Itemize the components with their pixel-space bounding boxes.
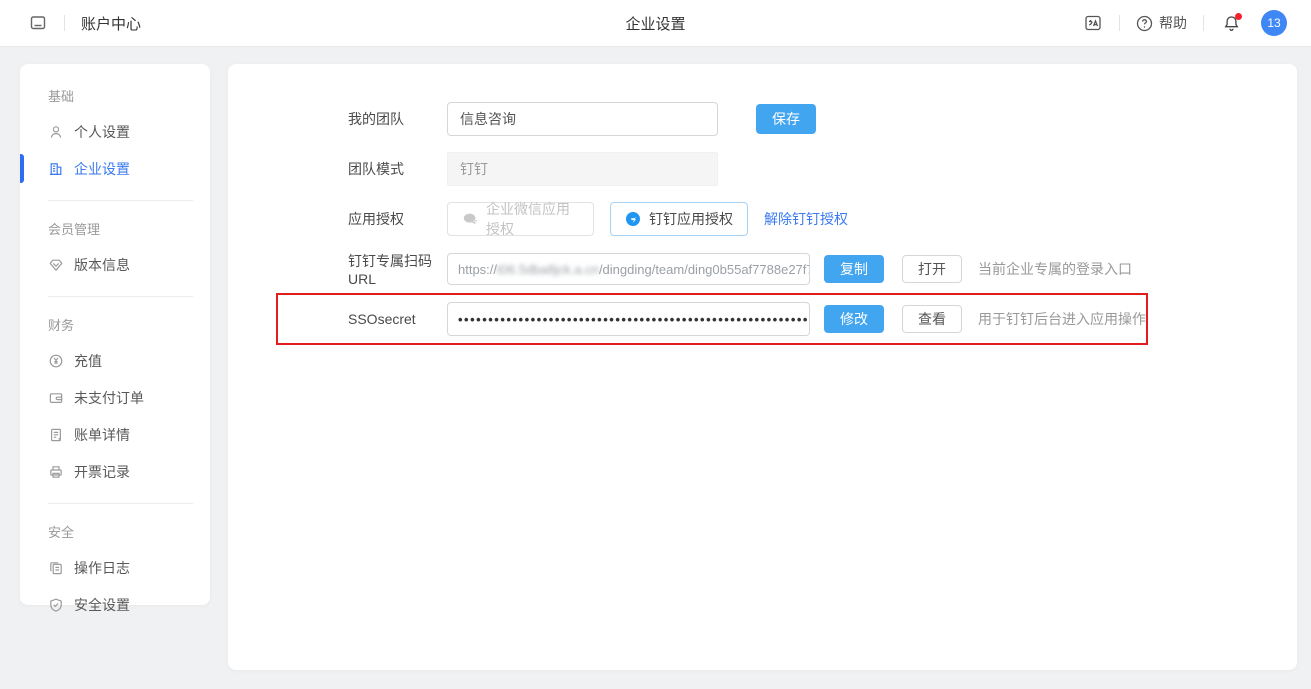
avatar[interactable]: 13 (1261, 10, 1287, 36)
topbar: 账户中心 企业设置 帮助 13 (0, 0, 1311, 47)
dingtalk-auth-button[interactable]: 钉钉应用授权 (610, 202, 748, 236)
sso-secret-masked-value[interactable]: ••••••••••••••••••••••••••••••••••••••••… (447, 302, 810, 336)
monitor-icon[interactable] (28, 13, 48, 33)
url-prefix: https:// (458, 262, 497, 277)
sidebar-item-invoice-records[interactable]: 开票记录 (20, 453, 210, 490)
sidebar-item-label: 安全设置 (74, 595, 130, 615)
team-name-input[interactable] (447, 102, 718, 136)
scan-url-value[interactable]: https://t06.5dba8jck.a.cn/dingding/team/… (447, 253, 810, 285)
gem-icon (48, 257, 64, 273)
sidebar-item-security-settings[interactable]: 安全设置 (20, 586, 210, 623)
bill-document-icon (48, 427, 64, 443)
sso-secret-row: SSOsecret ••••••••••••••••••••••••••••••… (348, 302, 1297, 336)
wallet-icon (48, 390, 64, 406)
wechat-work-icon (462, 211, 478, 227)
team-mode-value: 钉钉 (447, 152, 718, 186)
operation-logs-icon (48, 560, 64, 576)
shield-check-icon (48, 597, 64, 613)
notification-badge-dot (1235, 13, 1242, 20)
sidebar-section-membership: 会员管理 (48, 219, 210, 238)
copy-url-button[interactable]: 复制 (824, 255, 884, 283)
scan-url-label: 钉钉专属扫码URL (348, 251, 447, 287)
language-icon[interactable] (1083, 13, 1103, 33)
building-icon (48, 161, 64, 177)
team-mode-row: 团队模式 钉钉 (348, 152, 1297, 186)
invoice-printer-icon (48, 464, 64, 480)
sidebar-item-recharge[interactable]: 充值 (20, 342, 210, 379)
sidebar-item-enterprise-settings[interactable]: 企业设置 (20, 150, 210, 187)
team-name-label: 我的团队 (348, 109, 447, 129)
enterprise-settings-panel: 我的团队 保存 团队模式 钉钉 应用授权 企业微信应用授权 (228, 64, 1297, 670)
team-name-row: 我的团队 保存 (348, 102, 1297, 136)
sidebar-section-basic: 基础 (48, 86, 210, 105)
open-url-button[interactable]: 打开 (902, 255, 962, 283)
sidebar-item-label: 操作日志 (74, 558, 130, 578)
dingtalk-auth-label: 钉钉应用授权 (649, 209, 733, 229)
help-circle-icon (1136, 15, 1153, 32)
sidebar: 基础 个人设置 企业设置 会员管理 (20, 64, 210, 605)
sidebar-item-personal-settings[interactable]: 个人设置 (20, 113, 210, 150)
help-button[interactable]: 帮助 (1136, 13, 1187, 33)
wechat-work-auth-button: 企业微信应用授权 (447, 202, 594, 236)
scan-url-hint: 当前企业专属的登录入口 (978, 259, 1132, 279)
sidebar-item-label: 充值 (74, 351, 102, 371)
help-label: 帮助 (1159, 13, 1187, 33)
app-title: 账户中心 (81, 13, 141, 34)
wechat-work-auth-label: 企业微信应用授权 (486, 199, 579, 239)
view-secret-button[interactable]: 查看 (902, 305, 962, 333)
sidebar-item-bill-details[interactable]: 账单详情 (20, 416, 210, 453)
topbar-divider (64, 15, 65, 31)
scan-url-row: 钉钉专属扫码URL https://t06.5dba8jck.a.cn/ding… (348, 252, 1297, 286)
sso-secret-label: SSOsecret (348, 311, 447, 327)
sidebar-item-label: 企业设置 (74, 159, 130, 179)
sidebar-item-label: 个人设置 (74, 122, 130, 142)
person-icon (48, 124, 64, 140)
app-auth-label: 应用授权 (348, 209, 447, 229)
team-mode-label: 团队模式 (348, 159, 447, 179)
sidebar-item-label: 版本信息 (74, 255, 130, 275)
unbind-dingtalk-link[interactable]: 解除钉钉授权 (764, 209, 848, 229)
save-button[interactable]: 保存 (756, 104, 816, 134)
sidebar-item-operation-logs[interactable]: 操作日志 (20, 549, 210, 586)
url-suffix: /dingding/team/ding0b55af7788e27f754ac5.… (599, 262, 810, 277)
sidebar-divider (48, 200, 193, 201)
bell-icon[interactable] (1222, 14, 1241, 33)
app-auth-row: 应用授权 企业微信应用授权 钉钉应用 (348, 202, 1297, 236)
sidebar-divider (48, 296, 193, 297)
sidebar-divider (48, 503, 193, 504)
dingtalk-icon (625, 211, 641, 227)
sidebar-item-unpaid-orders[interactable]: 未支付订单 (20, 379, 210, 416)
sidebar-section-finance: 财务 (48, 315, 210, 334)
recharge-yuan-icon (48, 353, 64, 369)
sidebar-item-version-info[interactable]: 版本信息 (20, 246, 210, 283)
modify-secret-button[interactable]: 修改 (824, 305, 884, 333)
topbar-divider (1203, 15, 1204, 31)
url-redacted-domain: t06.5dba8jck.a.cn (497, 262, 599, 277)
sidebar-item-label: 开票记录 (74, 462, 130, 482)
sidebar-item-label: 未支付订单 (74, 388, 144, 408)
sso-secret-hint: 用于钉钉后台进入应用操作 (978, 309, 1146, 329)
sidebar-item-label: 账单详情 (74, 425, 130, 445)
topbar-divider (1119, 15, 1120, 31)
sidebar-section-security: 安全 (48, 522, 210, 541)
